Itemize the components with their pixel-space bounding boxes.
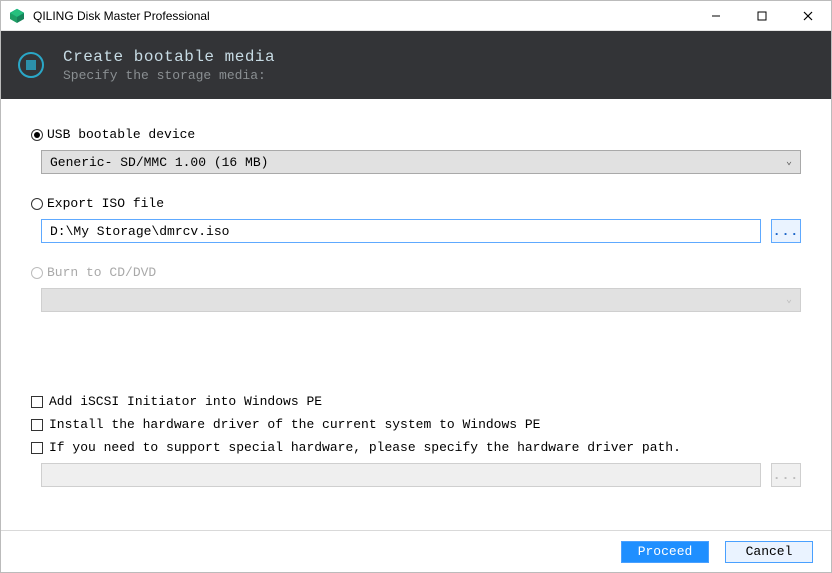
page-title: Create bootable media [63, 48, 275, 66]
driver-path-browse-button: ... [771, 463, 801, 487]
checkbox-driver-current[interactable] [31, 419, 43, 431]
checkbox-iscsi-label[interactable]: Add iSCSI Initiator into Windows PE [49, 394, 322, 409]
maximize-button[interactable] [739, 1, 785, 30]
radio-iso[interactable] [31, 198, 43, 210]
proceed-button[interactable]: Proceed [621, 541, 709, 563]
brand-icon [15, 49, 47, 81]
usb-device-value: Generic- SD/MMC 1.00 (16 MB) [50, 155, 268, 170]
close-button[interactable] [785, 1, 831, 30]
radio-cddvd [31, 267, 43, 279]
header: Create bootable media Specify the storag… [1, 31, 831, 99]
page-subtitle: Specify the storage media: [63, 68, 275, 83]
window-title: QILING Disk Master Professional [33, 9, 693, 23]
iso-path-value: D:\My Storage\dmrcv.iso [50, 224, 229, 239]
radio-iso-label[interactable]: Export ISO file [47, 196, 164, 211]
driver-path-input [41, 463, 761, 487]
checkbox-driver-current-label[interactable]: Install the hardware driver of the curre… [49, 417, 540, 432]
radio-usb[interactable] [31, 129, 43, 141]
cancel-button[interactable]: Cancel [725, 541, 813, 563]
titlebar: QILING Disk Master Professional [1, 1, 831, 31]
cddvd-device-select: ⌄ [41, 288, 801, 312]
minimize-button[interactable] [693, 1, 739, 30]
footer: Proceed Cancel [1, 530, 831, 572]
checkbox-iscsi[interactable] [31, 396, 43, 408]
radio-usb-label[interactable]: USB bootable device [47, 127, 195, 142]
usb-device-select[interactable]: Generic- SD/MMC 1.00 (16 MB) ⌄ [41, 150, 801, 174]
radio-cddvd-label: Burn to CD/DVD [47, 265, 156, 280]
iso-browse-button[interactable]: ... [771, 219, 801, 243]
window-controls [693, 1, 831, 30]
iso-path-input[interactable]: D:\My Storage\dmrcv.iso [41, 219, 761, 243]
chevron-down-icon: ⌄ [786, 294, 792, 306]
checkbox-driver-special-label[interactable]: If you need to support special hardware,… [49, 440, 681, 455]
app-icon [9, 8, 25, 24]
chevron-down-icon: ⌄ [786, 156, 792, 168]
checkbox-driver-special[interactable] [31, 442, 43, 454]
content: USB bootable device Generic- SD/MMC 1.00… [1, 99, 831, 487]
